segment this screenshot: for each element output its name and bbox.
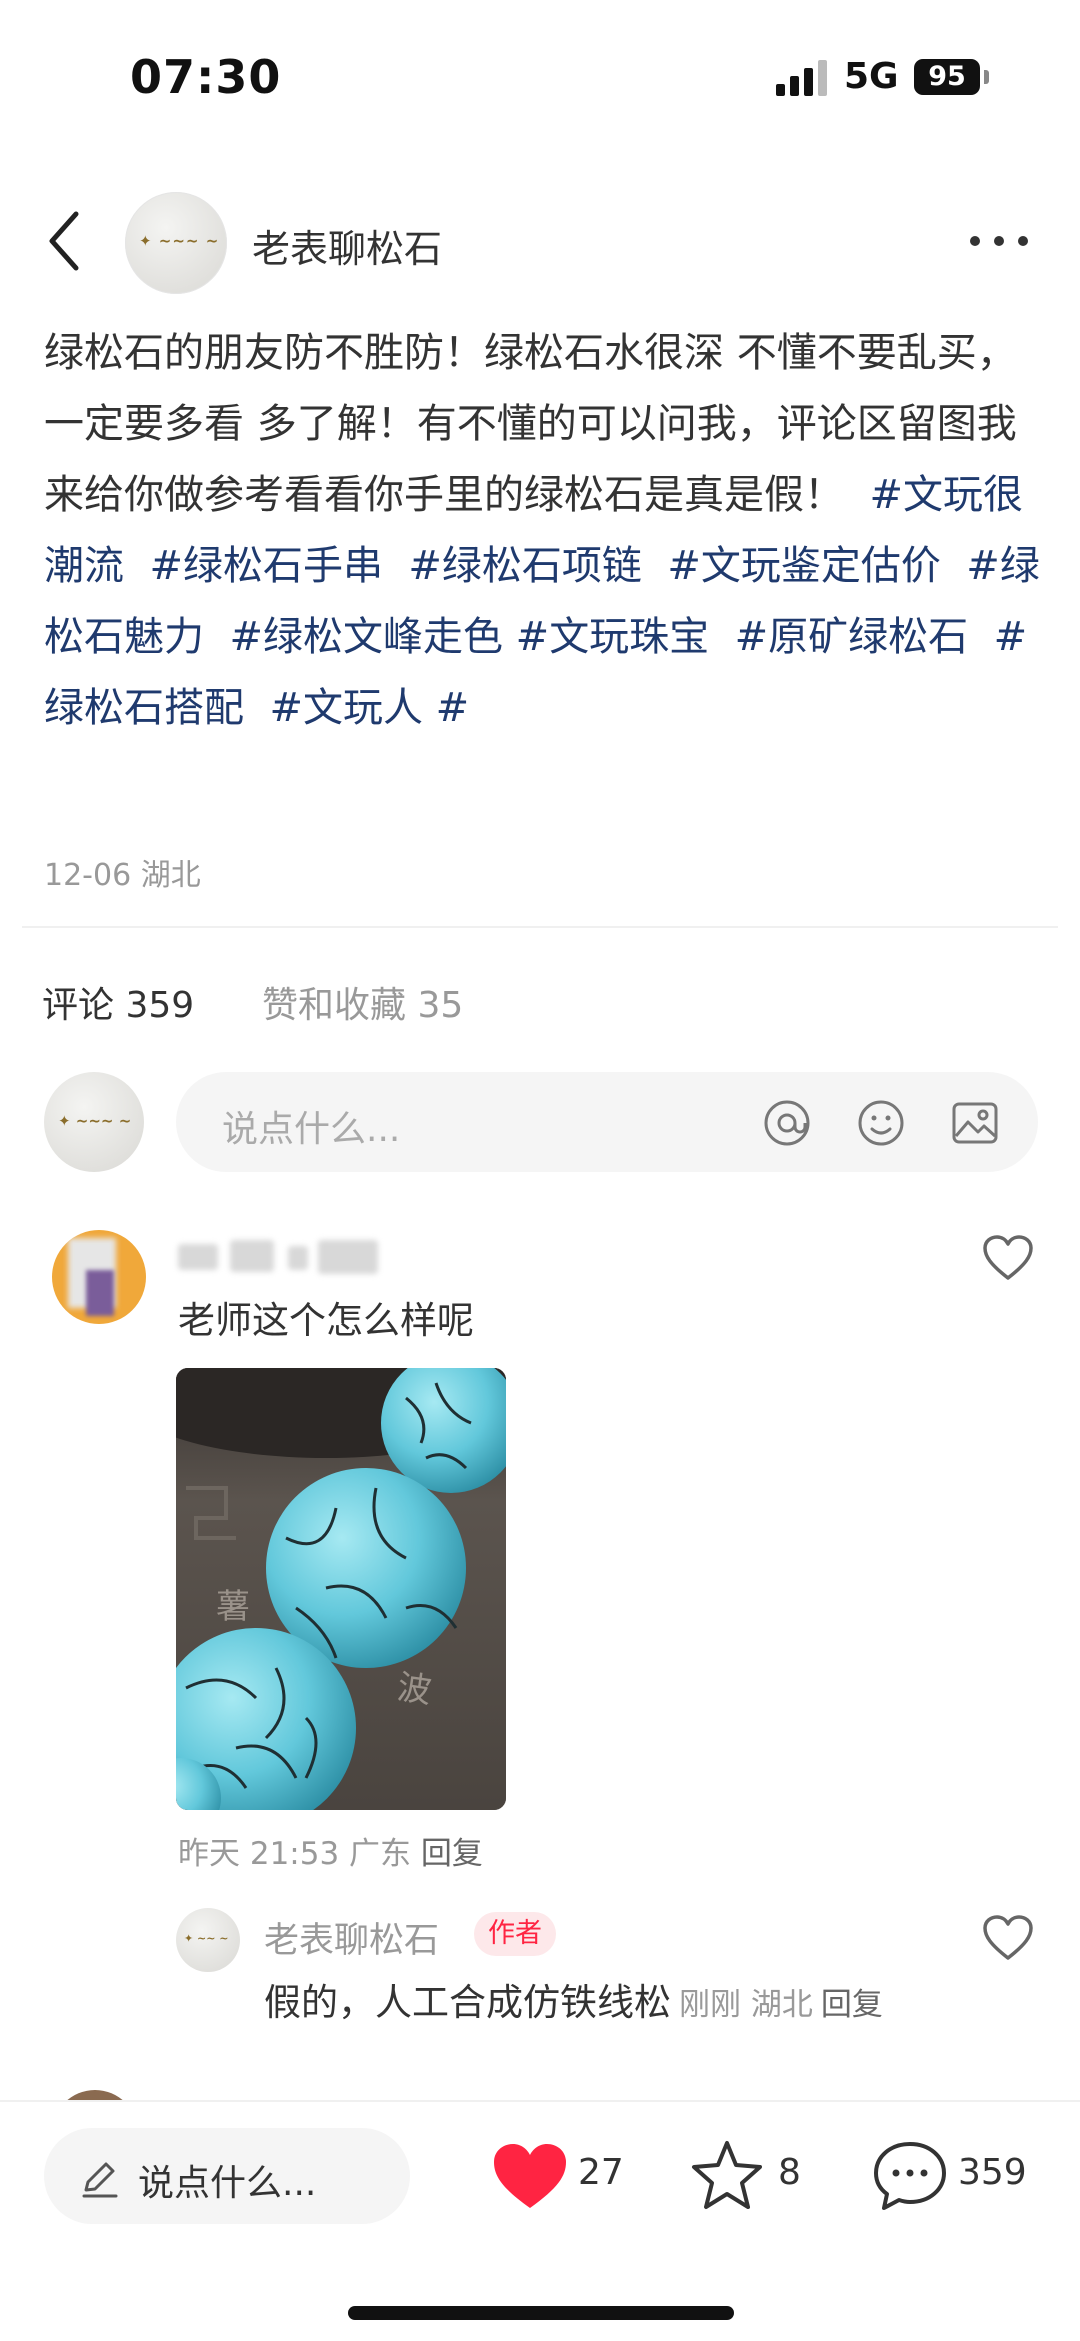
battery-icon: 95 <box>914 59 980 95</box>
hashtag[interactable]: #原矿绿松石 <box>735 614 969 660</box>
tab-comments[interactable]: 评论 359 <box>42 976 194 1028</box>
tab-likes-label: 赞和收藏 <box>262 985 407 1026</box>
status-time: 07:30 <box>130 50 282 104</box>
chevron-left-icon <box>49 211 79 271</box>
chat-bubble-icon[interactable] <box>872 2140 948 2212</box>
author-avatar[interactable]: ✦ ~~~ ~ <box>125 192 227 294</box>
reply-button[interactable]: 回复 <box>821 1987 883 2023</box>
tab-likes-collects[interactable]: 赞和收藏 35 <box>262 976 463 1028</box>
post-body: 绿松石的朋友防不胜防！绿松石水很深 不懂不要乱买，一定要多看 多了解！有不懂的可… <box>44 318 1044 744</box>
author-name[interactable]: 老表聊松石 <box>252 218 442 273</box>
comment-count: 359 <box>958 2152 1027 2193</box>
image-icon[interactable] <box>950 1098 1000 1148</box>
battery-tip <box>984 70 989 84</box>
heart-icon[interactable] <box>490 2140 570 2212</box>
reply-author-name[interactable]: 老表聊松石 <box>264 1912 439 1963</box>
comment-input-placeholder: 说点什么... <box>222 1109 401 1150</box>
reply-text: 假的，人工合成仿铁线松 <box>264 1981 671 2024</box>
svg-text:波: 波 <box>395 1667 434 1711</box>
svg-text:薯: 薯 <box>216 1587 250 1627</box>
more-icon[interactable] <box>970 236 1030 250</box>
post-detail-screen: 07:30 5G 95 ✦ ~~~ ~ 老表聊松石 绿松石的朋友防不胜防！绿松石… <box>0 0 1080 2341</box>
signal-icon <box>776 60 828 96</box>
hashtag[interactable]: #绿松石手串 <box>149 543 383 589</box>
avatar-logo: ✦ ~~ ~ <box>184 1932 229 1945</box>
reply-button[interactable]: 回复 <box>421 1836 483 1872</box>
reply-content: 假的，人工合成仿铁线松 刚刚 湖北 回复 <box>264 1972 883 2026</box>
hashtag[interactable]: #绿松石项链 <box>408 543 642 589</box>
home-indicator[interactable] <box>348 2306 734 2320</box>
comment-time-location: 昨天 21:53 广东 <box>178 1836 412 1872</box>
star-icon[interactable] <box>690 2138 764 2212</box>
network-label: 5G <box>844 56 899 97</box>
smile-icon[interactable] <box>856 1098 906 1148</box>
tab-likes-count: 35 <box>417 985 464 1026</box>
hashtag[interactable]: #文玩人 <box>269 685 423 731</box>
comment-text: 老师这个怎么样呢 <box>178 1299 474 1342</box>
pencil-icon <box>82 2162 118 2198</box>
reply-heart-icon[interactable] <box>982 1914 1034 1962</box>
reply-author-avatar[interactable]: ✦ ~~ ~ <box>176 1908 240 1972</box>
back-button[interactable] <box>40 208 90 274</box>
hashtag[interactable]: #绿松文峰走色 <box>229 614 503 660</box>
hashtag[interactable]: #文玩鉴定估价 <box>667 543 941 589</box>
collect-count: 8 <box>778 2152 801 2193</box>
comment-heart-icon[interactable] <box>982 1234 1034 1282</box>
bottom-input-placeholder: 说点什么... <box>138 2163 317 2204</box>
hashtag[interactable]: # <box>436 685 470 731</box>
turquoise-beads-photo: 波 薯 <box>176 1368 506 1810</box>
divider <box>22 926 1058 928</box>
hashtag[interactable]: #文玩珠宝 <box>516 614 710 660</box>
my-avatar: ✦ ~~~ ~ <box>44 1072 144 1172</box>
commenter-name-blurred <box>178 1236 388 1278</box>
battery-level: 95 <box>928 61 966 92</box>
at-icon[interactable] <box>762 1098 812 1148</box>
avatar-logo: ✦ ~~~ ~ <box>139 232 220 250</box>
post-date-location: 12-06 湖北 <box>44 858 201 893</box>
comment-input[interactable]: 说点什么... <box>176 1072 1038 1172</box>
author-badge: 作者 <box>474 1912 556 1956</box>
like-count: 27 <box>578 2152 624 2193</box>
avatar-logo: ✦ ~~~ ~ <box>58 1112 132 1130</box>
bottom-comment-input[interactable]: 说点什么... <box>44 2128 410 2224</box>
reply-time-location: 刚刚 湖北 <box>679 1987 813 2023</box>
commenter-avatar[interactable] <box>52 1230 146 1324</box>
comment-meta: 昨天 21:53 广东 回复 <box>178 1828 483 1873</box>
comment-image[interactable]: 波 薯 <box>176 1368 506 1810</box>
